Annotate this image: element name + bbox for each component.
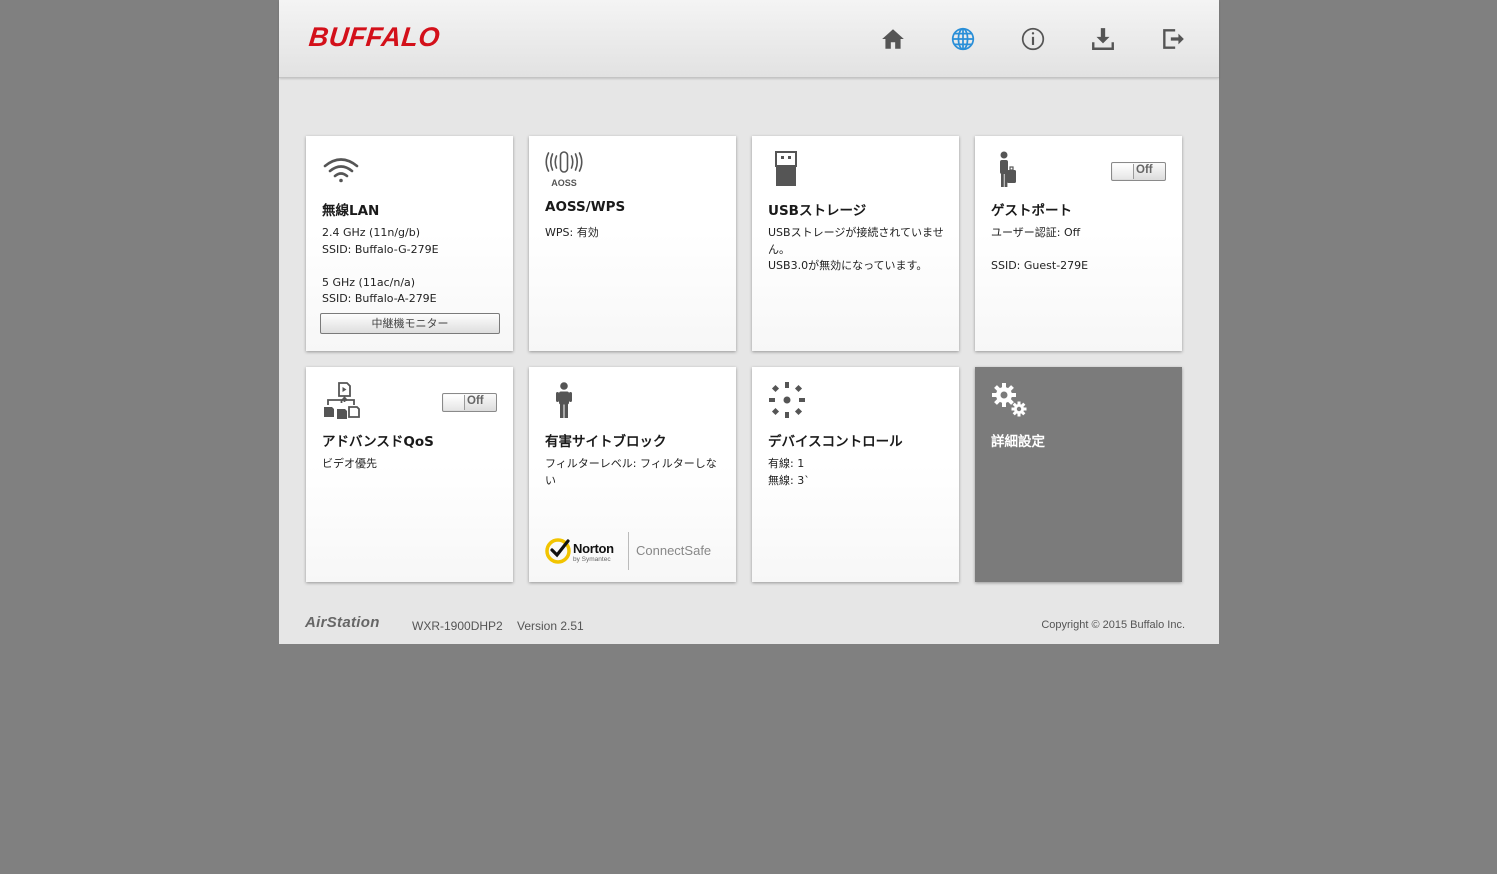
tile-wireless-lan[interactable]: 無線LAN 2.4 GHz (11n/g/b) SSID: Buffalo-G-… — [306, 136, 513, 351]
tile-details: ビデオ優先 — [322, 456, 504, 473]
header-bar: BUFFALO — [279, 0, 1219, 78]
tile-title: 詳細設定 — [991, 434, 1045, 450]
repeater-monitor-button[interactable]: 中継機モニター — [320, 313, 500, 334]
tile-title: デバイスコントロール — [768, 434, 903, 450]
connectsafe-label: ConnectSafe — [636, 543, 712, 558]
tile-title: 有害サイトブロック — [545, 434, 667, 450]
detail-line: USB3.0が無効になっています。 — [768, 259, 928, 272]
detail-line: SSID: Guest-279E — [991, 259, 1089, 272]
detail-line: ユーザー認証: Off — [991, 226, 1081, 239]
wifi-icon — [321, 150, 361, 190]
globe-icon[interactable] — [946, 22, 980, 56]
tile-details: ユーザー認証: Off SSID: Guest-279E — [991, 225, 1173, 275]
usb-drive-icon — [767, 150, 807, 190]
toggle-label: Off — [1136, 164, 1153, 176]
detail-line: ビデオ優先 — [322, 457, 377, 470]
copyright: Copyright © 2015 Buffalo Inc. — [1041, 619, 1185, 631]
tile-usb-storage[interactable]: USBストレージ USBストレージが接続されていません。 USB3.0が無効にな… — [752, 136, 959, 351]
guest-traveler-icon — [990, 150, 1030, 190]
tile-title: USBストレージ — [768, 203, 867, 219]
detail-line: USBストレージが接続されていません。 — [768, 226, 944, 256]
norton-sub: by Symantec — [573, 556, 611, 563]
tile-details: 有線: 1 無線: 3` — [768, 456, 950, 489]
router-admin-frame: BUFFALO 無線LAN 2.4 GHz (11n/g/b) SSID: Bu… — [279, 0, 1219, 644]
tile-advanced-qos[interactable]: Off アドバンスドQoS ビデオ優先 — [306, 367, 513, 582]
tile-title: AOSS/WPS — [545, 199, 626, 215]
detail-line: フィルターレベル: フィルターしない — [545, 457, 717, 487]
detail-line — [322, 258, 504, 275]
buffalo-logo[interactable]: BUFFALO — [307, 22, 441, 53]
tile-details: WPS: 有効 — [545, 225, 727, 242]
qos-priority-icon — [321, 381, 361, 421]
firmware-version: Version 2.51 — [517, 619, 584, 633]
tile-title: 無線LAN — [322, 203, 380, 219]
tile-harmful-site-block[interactable]: 有害サイトブロック フィルターレベル: フィルターしない Norton by S… — [529, 367, 736, 582]
download-icon[interactable] — [1086, 22, 1120, 56]
detail-line — [991, 242, 1173, 259]
tile-advanced-settings[interactable]: 詳細設定 — [975, 367, 1182, 582]
toggle-knob — [444, 395, 465, 410]
home-icon[interactable] — [876, 22, 910, 56]
tile-guest-port[interactable]: Off ゲストポート ユーザー認証: Off SSID: Guest-279E — [975, 136, 1182, 351]
tile-details: USBストレージが接続されていません。 USB3.0が無効になっています。 — [768, 225, 944, 275]
toggle-knob — [1113, 164, 1134, 179]
tile-details: 2.4 GHz (11n/g/b) SSID: Buffalo-G-279E 5… — [322, 225, 504, 308]
person-icon — [544, 381, 584, 421]
norton-connectsafe-logo: Norton by Symantec ConnectSafe — [545, 532, 725, 570]
tile-details: フィルターレベル: フィルターしない — [545, 456, 723, 489]
gears-icon — [990, 381, 1030, 421]
detail-line: 無線: 3` — [768, 473, 810, 487]
logout-icon[interactable] — [1156, 22, 1190, 56]
guest-port-toggle[interactable]: Off — [1111, 162, 1166, 181]
info-icon[interactable] — [1016, 22, 1050, 56]
aoss-icon-text: AOSS — [551, 178, 577, 188]
model-name: WXR-1900DHP2 — [412, 619, 503, 633]
detail-line: 5 GHz (11ac/n/a) — [322, 275, 416, 289]
aoss-icon: AOSS — [544, 150, 584, 190]
tile-aoss-wps[interactable]: AOSS AOSS/WPS WPS: 有効 — [529, 136, 736, 351]
tile-device-control[interactable]: デバイスコントロール 有線: 1 無線: 3` — [752, 367, 959, 582]
detail-line: 有線: 1 — [768, 457, 805, 470]
toggle-label: Off — [467, 395, 484, 407]
detail-line: WPS: 有効 — [545, 226, 599, 239]
detail-line: SSID: Buffalo-A-279E — [322, 292, 437, 305]
tile-title: アドバンスドQoS — [322, 434, 434, 450]
qos-toggle[interactable]: Off — [442, 393, 497, 412]
detail-line: SSID: Buffalo-G-279E — [322, 242, 439, 256]
norton-check-icon — [545, 538, 571, 564]
logo-divider — [628, 532, 629, 570]
airstation-logo: AirStation — [305, 614, 380, 631]
tile-title: ゲストポート — [991, 203, 1072, 219]
detail-line: 2.4 GHz (11n/g/b) — [322, 226, 420, 239]
device-control-icon — [767, 381, 807, 421]
norton-name: Norton — [573, 541, 614, 556]
